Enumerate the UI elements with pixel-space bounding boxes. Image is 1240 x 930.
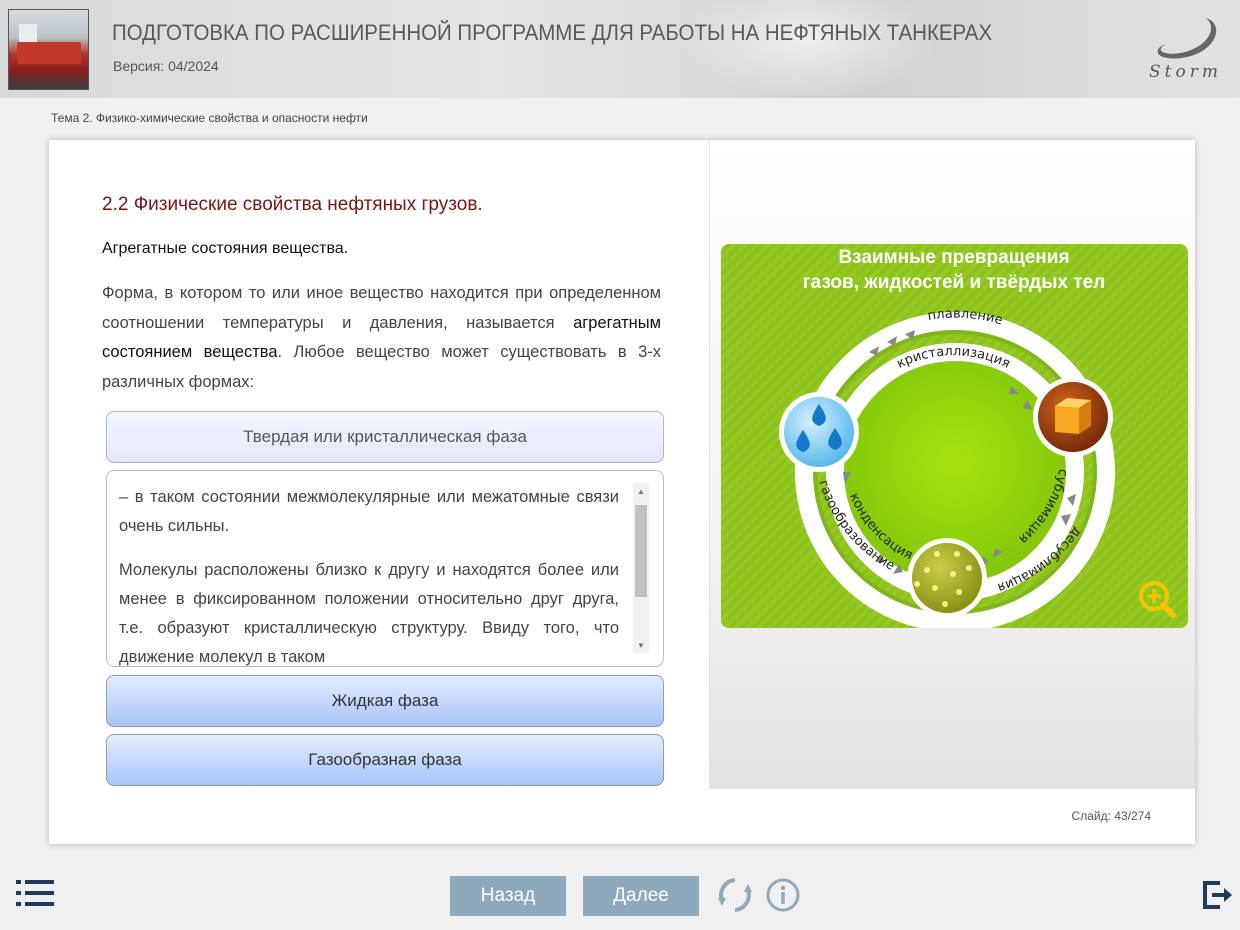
exit-icon[interactable] <box>1202 880 1232 910</box>
info-icon[interactable] <box>765 877 801 913</box>
content-scrollbar[interactable]: ▲ ▼ <box>633 483 649 653</box>
scroll-up-arrow-icon[interactable]: ▲ <box>633 483 649 499</box>
section-title: 2.2 Физические свойства нефтяных грузов. <box>102 194 483 215</box>
liquid-drops-icon <box>779 392 859 472</box>
back-button[interactable]: Назад <box>450 876 566 916</box>
tanker-thumbnail <box>8 9 89 90</box>
diagram-title-line2: газов, жидкостей и твёрдых тел <box>803 272 1105 293</box>
accordion-liquid-phase[interactable]: Жидкая фаза <box>106 675 664 727</box>
app-header: ПОДГОТОВКА ПО РАСШИРЕННОЙ ПРОГРАММЕ ДЛЯ … <box>0 0 1240 98</box>
slide-counter-label: Слайд: <box>1071 809 1111 823</box>
gas-particles-icon <box>907 538 987 618</box>
diagram-graphic: Взаимные превращения газов, жидкостей и … <box>721 244 1188 628</box>
ship-hull <box>17 42 81 64</box>
diagram-title-line1: Взаимные превращения <box>838 247 1069 268</box>
reload-icon[interactable] <box>716 876 754 914</box>
accordion-text: – в таком состоянии межмолекулярные или … <box>119 483 619 666</box>
accordion-solid-content[interactable]: – в таком состоянии межмолекулярные или … <box>106 470 664 667</box>
header-background <box>680 0 940 98</box>
ship-superstructure <box>19 24 37 44</box>
breadcrumb: Тема 2. Физико-химические свойства и опа… <box>51 111 368 125</box>
accordion-paragraph: – в таком состоянии межмолекулярные или … <box>119 488 619 535</box>
accordion-gas-phase[interactable]: Газообразная фаза <box>106 734 664 786</box>
menu-list-icon[interactable] <box>16 880 54 906</box>
next-button[interactable]: Далее <box>583 876 699 916</box>
scroll-thumb[interactable] <box>635 505 647 597</box>
solid-cube-icon <box>1033 377 1113 457</box>
course-version: Версия: 04/2024 <box>113 58 219 74</box>
course-title: ПОДГОТОВКА ПО РАСШИРЕННОЙ ПРОГРАММЕ ДЛЯ … <box>112 20 993 45</box>
slide-current: 43 <box>1114 809 1128 823</box>
slide-total: 274 <box>1130 809 1151 823</box>
phase-transitions-diagram[interactable]: Взаимные превращения газов, жидкостей и … <box>721 244 1188 628</box>
slide-counter: Слайд: 43/274 <box>1072 809 1151 823</box>
scroll-down-arrow-icon[interactable]: ▼ <box>633 637 649 653</box>
section-subtitle: Агрегатные состояния вещества. <box>102 240 349 257</box>
accordion-paragraph: Молекулы расположены близко к другу и на… <box>119 561 619 666</box>
intro-paragraph: Форма, в котором то или иное вещество на… <box>102 279 661 397</box>
storm-logo-text: Storm <box>1149 62 1222 82</box>
accordion-solid-phase[interactable]: Твердая или кристаллическая фаза <box>106 411 664 463</box>
